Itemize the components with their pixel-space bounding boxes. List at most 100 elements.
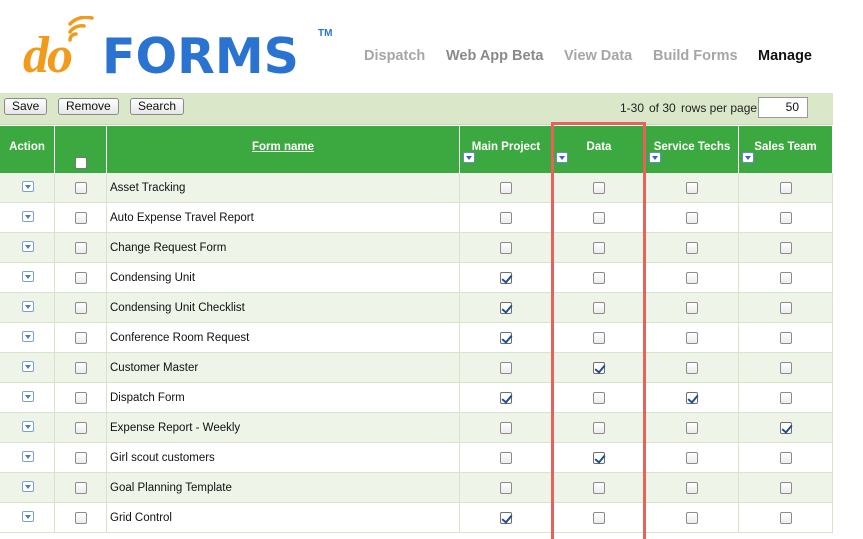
- main-project-checkbox[interactable]: [500, 302, 512, 314]
- sort-form-name-link[interactable]: Form name: [107, 141, 459, 153]
- sales-team-checkbox[interactable]: [779, 272, 792, 284]
- nav-manage[interactable]: Manage: [758, 48, 812, 64]
- nav-view-data[interactable]: View Data: [564, 48, 632, 64]
- main-project-checkbox[interactable]: [500, 212, 512, 224]
- data-checkbox[interactable]: [593, 512, 605, 524]
- row-select-checkbox[interactable]: [74, 512, 87, 524]
- sales-team-dropdown-icon[interactable]: [742, 152, 754, 163]
- sales-team-checkbox[interactable]: [779, 392, 792, 404]
- nav-web-app-beta[interactable]: Web App Beta: [446, 48, 543, 64]
- main-project-cell: [460, 203, 553, 233]
- nav-build-forms[interactable]: Build Forms: [653, 48, 738, 64]
- row-select-checkbox[interactable]: [74, 182, 87, 194]
- service-techs-dropdown-icon[interactable]: [649, 152, 661, 163]
- select-cell: [55, 353, 107, 383]
- row-action-dropdown-icon[interactable]: [22, 361, 34, 372]
- sales-team-checkbox[interactable]: [779, 242, 792, 254]
- data-checkbox[interactable]: [593, 422, 605, 434]
- main-project-cell: [460, 413, 553, 443]
- service-techs-checkbox[interactable]: [686, 242, 698, 254]
- row-action-dropdown-icon[interactable]: [22, 331, 34, 342]
- main-project-checkbox[interactable]: [500, 272, 512, 284]
- main-project-checkbox[interactable]: [500, 362, 512, 374]
- row-select-checkbox[interactable]: [74, 422, 87, 434]
- action-cell: [0, 473, 55, 503]
- main-project-checkbox[interactable]: [500, 422, 512, 434]
- row-action-dropdown-icon[interactable]: [22, 301, 34, 312]
- main-project-cell: [460, 173, 553, 203]
- service-techs-cell: [646, 203, 739, 233]
- main-project-dropdown-icon[interactable]: [463, 152, 475, 163]
- row-action-dropdown-icon[interactable]: [22, 481, 34, 492]
- data-checkbox[interactable]: [593, 182, 605, 194]
- data-dropdown-icon[interactable]: [556, 152, 568, 163]
- sales-team-checkbox[interactable]: [779, 302, 792, 314]
- row-select-checkbox[interactable]: [74, 452, 87, 464]
- row-action-dropdown-icon[interactable]: [22, 181, 34, 192]
- row-select-checkbox[interactable]: [74, 242, 87, 254]
- remove-button[interactable]: Remove: [58, 98, 119, 115]
- data-checkbox[interactable]: [593, 362, 605, 374]
- data-checkbox[interactable]: [593, 332, 605, 344]
- search-button[interactable]: Search: [130, 98, 185, 115]
- row-action-dropdown-icon[interactable]: [22, 271, 34, 282]
- service-techs-checkbox[interactable]: [686, 392, 698, 404]
- sales-team-checkbox[interactable]: [779, 362, 792, 374]
- row-select-checkbox[interactable]: [74, 302, 87, 314]
- row-select-checkbox[interactable]: [74, 212, 87, 224]
- row-select-checkbox[interactable]: [74, 362, 87, 374]
- row-action-dropdown-icon[interactable]: [22, 511, 34, 522]
- main-project-checkbox[interactable]: [500, 242, 512, 254]
- service-techs-checkbox[interactable]: [686, 332, 698, 344]
- rows-per-page-input[interactable]: 50: [758, 97, 808, 118]
- service-techs-checkbox[interactable]: [686, 362, 698, 374]
- row-select-checkbox[interactable]: [74, 332, 87, 344]
- service-techs-checkbox[interactable]: [686, 512, 698, 524]
- service-techs-checkbox[interactable]: [686, 302, 698, 314]
- form-name-cell: Asset Tracking: [107, 173, 460, 203]
- service-techs-checkbox[interactable]: [686, 422, 698, 434]
- row-select-checkbox[interactable]: [74, 482, 87, 494]
- data-cell: [553, 263, 646, 293]
- save-button[interactable]: Save: [4, 98, 48, 115]
- row-select-checkbox[interactable]: [74, 272, 87, 284]
- main-project-checkbox[interactable]: [500, 332, 512, 344]
- row-action-dropdown-icon[interactable]: [22, 391, 34, 402]
- service-techs-checkbox[interactable]: [686, 452, 698, 464]
- data-checkbox[interactable]: [593, 272, 605, 284]
- sales-team-checkbox[interactable]: [779, 422, 792, 434]
- table-row: Condensing Unit Checklist: [0, 293, 833, 323]
- row-action-dropdown-icon[interactable]: [22, 451, 34, 462]
- nav-dispatch[interactable]: Dispatch: [364, 48, 425, 64]
- data-checkbox[interactable]: [593, 302, 605, 314]
- row-action-dropdown-icon[interactable]: [22, 421, 34, 432]
- sales-team-checkbox[interactable]: [779, 452, 792, 464]
- data-checkbox[interactable]: [593, 482, 605, 494]
- data-checkbox[interactable]: [593, 212, 605, 224]
- service-techs-cell: [646, 413, 739, 443]
- sales-team-checkbox[interactable]: [779, 182, 792, 194]
- service-techs-cell: [646, 323, 739, 353]
- main-project-checkbox[interactable]: [500, 392, 512, 404]
- main-project-checkbox[interactable]: [500, 182, 512, 194]
- service-techs-checkbox[interactable]: [686, 212, 698, 224]
- data-checkbox[interactable]: [593, 242, 605, 254]
- data-checkbox[interactable]: [593, 392, 605, 404]
- service-techs-cell: [646, 263, 739, 293]
- row-action-dropdown-icon[interactable]: [22, 241, 34, 252]
- action-cell: [0, 233, 55, 263]
- service-techs-checkbox[interactable]: [686, 272, 698, 284]
- row-select-checkbox[interactable]: [74, 392, 87, 404]
- select-all-checkbox[interactable]: [75, 157, 87, 169]
- main-project-checkbox[interactable]: [500, 452, 512, 464]
- service-techs-checkbox[interactable]: [686, 182, 698, 194]
- main-project-checkbox[interactable]: [500, 482, 512, 494]
- sales-team-checkbox[interactable]: [779, 512, 792, 524]
- sales-team-checkbox[interactable]: [779, 332, 792, 344]
- data-checkbox[interactable]: [593, 452, 605, 464]
- main-project-checkbox[interactable]: [500, 512, 512, 524]
- sales-team-checkbox[interactable]: [779, 482, 792, 494]
- service-techs-checkbox[interactable]: [686, 482, 698, 494]
- row-action-dropdown-icon[interactable]: [22, 211, 34, 222]
- sales-team-checkbox[interactable]: [779, 212, 792, 224]
